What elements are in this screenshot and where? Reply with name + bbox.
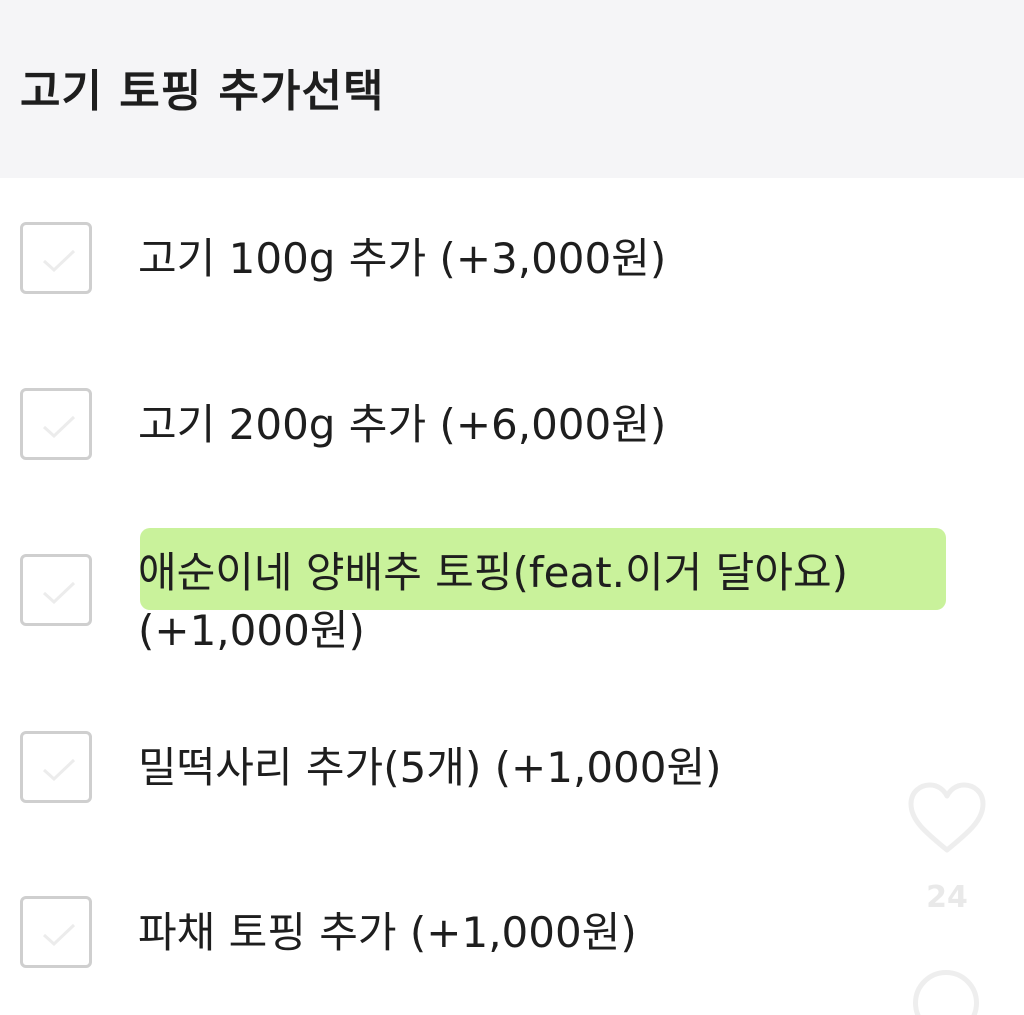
option-label: 밀떡사리 추가(5개) (+1,000원): [138, 743, 722, 792]
topping-options-screen: 고기 토핑 추가선택 고기 100g 추가 (+3,000원) 고기 200g …: [0, 0, 1024, 1015]
section-title: 고기 토핑 추가선택: [20, 66, 385, 117]
like-count: 24: [926, 880, 968, 915]
option-label-line1: 애순이네 양배추 토핑(feat.이거 달아요): [138, 548, 848, 597]
option-label-line2: (+1,000원): [138, 606, 365, 655]
comment-bubble-icon[interactable]: [913, 970, 979, 1015]
option-label: 고기 200g 추가 (+6,000원): [138, 400, 667, 449]
section-header: 고기 토핑 추가선택: [0, 0, 1024, 178]
overlay-actions: 24: [905, 780, 989, 1015]
option-checkbox[interactable]: [20, 731, 92, 803]
option-checkbox[interactable]: [20, 896, 92, 968]
option-checkbox[interactable]: [20, 554, 92, 626]
check-icon: [42, 249, 76, 273]
check-icon: [42, 758, 76, 782]
check-icon: [42, 581, 76, 605]
option-checkbox[interactable]: [20, 388, 92, 460]
option-checkbox[interactable]: [20, 222, 92, 294]
check-icon: [42, 923, 76, 947]
check-icon: [42, 415, 76, 439]
option-label: 고기 100g 추가 (+3,000원): [138, 234, 667, 283]
option-label: 파채 토핑 추가 (+1,000원): [138, 908, 637, 957]
